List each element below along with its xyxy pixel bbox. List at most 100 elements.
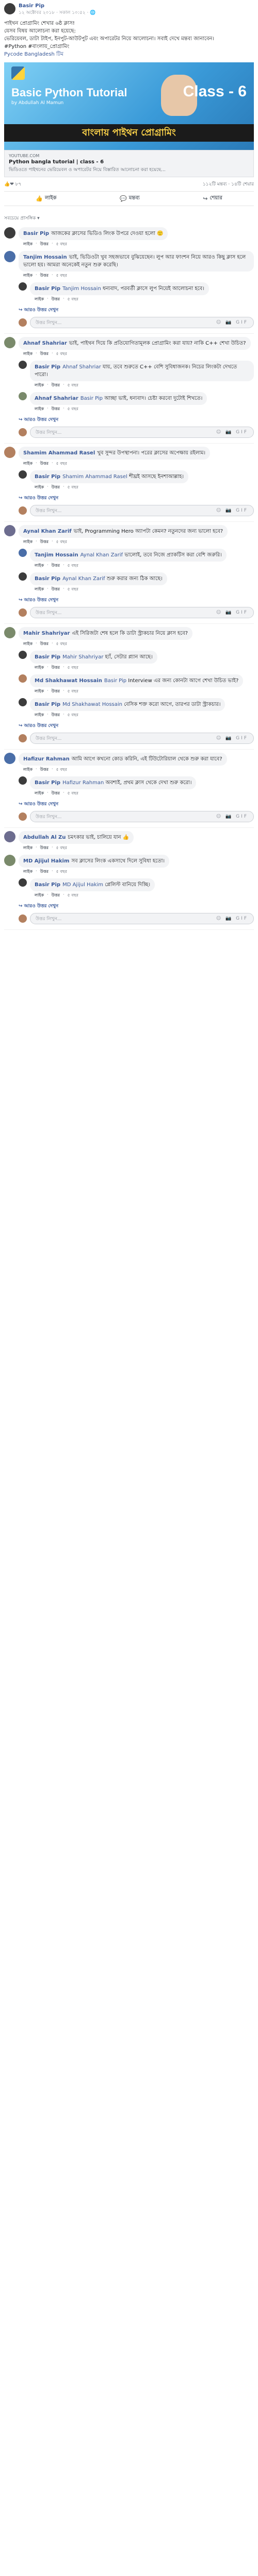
- mention-link[interactable]: Basir Pip: [80, 396, 104, 401]
- commenter-avatar[interactable]: [4, 627, 15, 638]
- commenter-name[interactable]: Basir Pip: [35, 780, 60, 786]
- mention-link[interactable]: MD Ajijul Hakim: [62, 882, 105, 888]
- reply-input[interactable]: উত্তর লিখুন... ☺ 📷 GIF: [30, 607, 254, 618]
- reaction-count[interactable]: 👍❤ ৮৭: [4, 180, 21, 188]
- commenter-name[interactable]: Basir Pip: [35, 474, 60, 480]
- reply-attach-icons[interactable]: ☺ 📷 GIF: [216, 736, 248, 741]
- reply-attach-icons[interactable]: ☺ 📷 GIF: [216, 320, 248, 325]
- mention-link[interactable]: Basir Pip: [104, 678, 128, 684]
- comment-like-link[interactable]: লাইক: [23, 351, 33, 358]
- reply-attach-icons[interactable]: ☺ 📷 GIF: [216, 610, 248, 615]
- commenter-avatar[interactable]: [19, 878, 27, 887]
- commenter-avatar[interactable]: [4, 831, 15, 842]
- commenter-avatar[interactable]: [19, 674, 27, 683]
- comment-like-link[interactable]: লাইক: [35, 586, 44, 593]
- comment-reply-link[interactable]: উত্তর: [52, 665, 60, 671]
- commenter-name[interactable]: Aynal Khan Zarif: [23, 529, 72, 534]
- commenter-name[interactable]: Abdullah Al Zu: [23, 835, 66, 840]
- comment-reply-link[interactable]: উত্তর: [40, 241, 49, 248]
- comment-sort-dropdown[interactable]: সবচেয়ে প্রাসঙ্গিক ▾: [4, 212, 254, 224]
- comment-like-link[interactable]: লাইক: [23, 767, 33, 773]
- commenter-name[interactable]: Hafizur Rahman: [23, 756, 70, 762]
- commenter-avatar[interactable]: [4, 447, 15, 458]
- comment-reply-link[interactable]: উত্তর: [40, 461, 49, 467]
- comment-like-link[interactable]: লাইক: [35, 790, 44, 797]
- commenter-name[interactable]: Basir Pip: [35, 654, 60, 660]
- view-more-replies-link[interactable]: ↪ আরও উত্তর দেখুন: [19, 596, 254, 604]
- commenter-avatar[interactable]: [19, 698, 27, 706]
- mention-link[interactable]: Aynal Khan Zarif: [62, 576, 107, 582]
- comment-like-link[interactable]: লাইক: [23, 641, 33, 648]
- comment-reply-link[interactable]: উত্তর: [40, 767, 49, 773]
- mention-link[interactable]: Hafizur Rahman: [62, 780, 105, 786]
- commenter-avatar[interactable]: [19, 392, 27, 400]
- comment-reply-link[interactable]: উত্তর: [52, 296, 60, 303]
- comment-reply-link[interactable]: উত্তর: [52, 382, 60, 389]
- view-more-replies-link[interactable]: ↪ আরও উত্তর দেখুন: [19, 722, 254, 730]
- comment-like-link[interactable]: লাইক: [35, 296, 44, 303]
- reply-input[interactable]: উত্তর লিখুন... ☺ 📷 GIF: [30, 811, 254, 822]
- commenter-name[interactable]: Tanjim Hossain: [23, 255, 67, 260]
- comment-like-link[interactable]: লাইক: [35, 665, 44, 671]
- comment-like-link[interactable]: লাইক: [35, 406, 44, 413]
- commenter-avatar[interactable]: [4, 227, 15, 239]
- comment-like-link[interactable]: লাইক: [35, 563, 44, 569]
- mention-link[interactable]: Shamim Ahammad Rasel: [62, 474, 129, 480]
- commenter-name[interactable]: Ahnaf Shahriar: [23, 341, 67, 346]
- reply-input[interactable]: উত্তর লিখুন... ☺ 📷 GIF: [30, 427, 254, 438]
- commenter-avatar[interactable]: [4, 753, 15, 764]
- reply-input[interactable]: উত্তর লিখুন... ☺ 📷 GIF: [30, 733, 254, 744]
- commenter-name[interactable]: Basir Pip: [35, 882, 60, 888]
- reply-input[interactable]: উত্তর লিখুন... ☺ 📷 GIF: [30, 913, 254, 924]
- post-author-name[interactable]: Basir Pip: [19, 3, 95, 9]
- commenter-avatar[interactable]: [4, 251, 15, 262]
- commenter-name[interactable]: Basir Pip: [35, 364, 60, 370]
- comment-reply-link[interactable]: উত্তর: [52, 790, 60, 797]
- commenter-avatar[interactable]: [19, 651, 27, 659]
- like-button[interactable]: 👍 লাইক: [36, 194, 56, 203]
- comment-like-link[interactable]: লাইক: [23, 241, 33, 248]
- commenter-avatar[interactable]: [19, 572, 27, 581]
- comment-like-link[interactable]: লাইক: [23, 869, 33, 875]
- view-more-replies-link[interactable]: ↪ আরও উত্তর দেখুন: [19, 902, 254, 910]
- commenter-avatar[interactable]: [19, 470, 27, 479]
- comment-like-link[interactable]: লাইক: [35, 688, 44, 695]
- mention-link[interactable]: Aynal Khan Zarif: [80, 552, 125, 558]
- view-more-replies-link[interactable]: ↪ আরও উত্তর দেখুন: [19, 494, 254, 502]
- comment-count[interactable]: ১১২টি মন্তব্য: [203, 182, 227, 187]
- comment-reply-link[interactable]: উত্তর: [40, 539, 49, 546]
- comment-like-link[interactable]: লাইক: [35, 484, 44, 491]
- comment-reply-link[interactable]: উত্তর: [40, 351, 49, 358]
- view-more-replies-link[interactable]: ↪ আরও উত্তর দেখুন: [19, 306, 254, 314]
- comment-reply-link[interactable]: উত্তর: [52, 406, 60, 413]
- share-button[interactable]: ↪ শেয়ার: [203, 194, 222, 203]
- comment-like-link[interactable]: লাইক: [23, 273, 33, 279]
- mention-link[interactable]: Tanjim Hossain: [62, 286, 103, 292]
- comment-like-link[interactable]: লাইক: [35, 712, 44, 719]
- mention-link[interactable]: Ahnaf Shahriar: [62, 364, 103, 370]
- commenter-name[interactable]: MD Ajijul Hakim: [23, 858, 69, 864]
- reply-attach-icons[interactable]: ☺ 📷 GIF: [216, 508, 248, 513]
- commenter-avatar[interactable]: [19, 549, 27, 557]
- comment-like-link[interactable]: লাইক: [35, 382, 44, 389]
- comment-reply-link[interactable]: উত্তর: [40, 273, 49, 279]
- commenter-avatar[interactable]: [4, 337, 15, 348]
- reply-attach-icons[interactable]: ☺ 📷 GIF: [216, 814, 248, 819]
- author-avatar[interactable]: [4, 3, 15, 14]
- reply-attach-icons[interactable]: ☺ 📷 GIF: [216, 916, 248, 921]
- comment-like-link[interactable]: লাইক: [23, 461, 33, 467]
- comment-like-link[interactable]: লাইক: [35, 892, 44, 899]
- reply-input[interactable]: উত্তর লিখুন... ☺ 📷 GIF: [30, 317, 254, 328]
- video-thumbnail[interactable]: Basic Python Tutorial by Abdullah Al Mam…: [4, 62, 254, 150]
- post-link[interactable]: Pycode Bangladesh টিম: [4, 52, 63, 57]
- commenter-avatar[interactable]: [19, 361, 27, 369]
- commenter-name[interactable]: Md Shakhawat Hossain: [35, 678, 102, 684]
- comment-reply-link[interactable]: উত্তর: [40, 845, 49, 852]
- commenter-avatar[interactable]: [4, 525, 15, 536]
- view-more-replies-link[interactable]: ↪ আরও উত্তর দেখুন: [19, 416, 254, 423]
- view-more-replies-link[interactable]: ↪ আরও উত্তর দেখুন: [19, 800, 254, 808]
- mention-link[interactable]: Mahir Shahriyar: [62, 654, 105, 660]
- comment-reply-link[interactable]: উত্তর: [52, 563, 60, 569]
- comment-button[interactable]: 💬 মন্তব্য: [120, 194, 140, 203]
- commenter-avatar[interactable]: [19, 776, 27, 785]
